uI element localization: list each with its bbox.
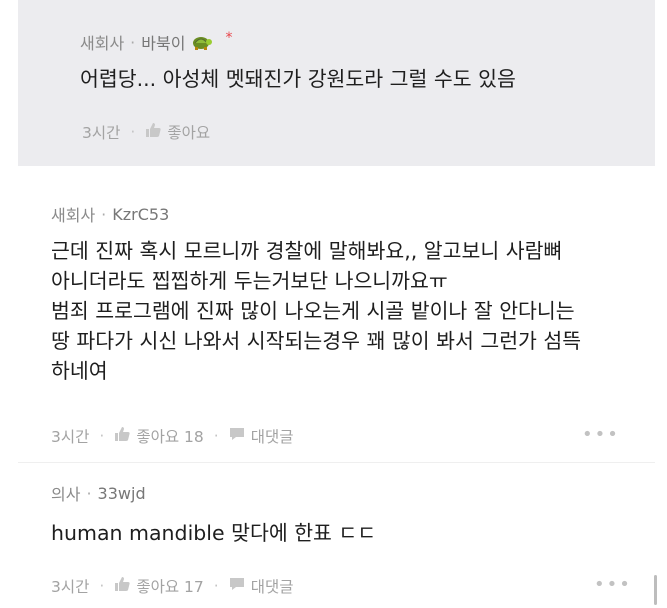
comment-meta: 새회사 · 바북이 * [80, 30, 232, 54]
comment-time: 3시간 [82, 124, 121, 142]
thumbs-up-icon [145, 123, 161, 141]
reply-label: 대댓글 [250, 578, 294, 596]
comment-line: 아니더라도 찝찝하게 두는거보단 나으니까요ㅠ [51, 269, 448, 293]
like-button[interactable]: 좋아요 17 [114, 575, 204, 597]
separator: · [130, 123, 136, 141]
separator: · [99, 577, 105, 595]
thumbs-up-icon [114, 577, 130, 595]
author-company: 새회사 [51, 206, 96, 225]
reply-button[interactable]: 대댓글 [229, 575, 294, 597]
comment-line: 근데 진짜 혹시 모르니까 경찰에 말해봐요,, 알고보니 사람뼈 [51, 239, 563, 263]
comment-time: 3시간 [51, 428, 90, 446]
author-name[interactable]: 33wjd [98, 484, 146, 503]
turtle-icon [191, 33, 213, 51]
new-badge: * [225, 30, 233, 46]
separator: · [99, 427, 105, 445]
comment-time: 3시간 [51, 578, 90, 596]
scrollbar[interactable] [654, 575, 657, 605]
speech-bubble-icon [229, 427, 245, 445]
separator: · [101, 204, 107, 224]
separator: · [213, 577, 219, 595]
comment-meta: 의사 · 33wjd [51, 481, 146, 505]
comment-line: human mandible 맞다에 한표 ㄷㄷ [51, 521, 377, 545]
like-button[interactable]: 좋아요 [145, 121, 210, 143]
reply-button[interactable]: 대댓글 [229, 425, 294, 447]
author-name[interactable]: 바북이 [141, 30, 185, 54]
like-label: 좋아요 18 [136, 428, 204, 446]
like-button[interactable]: 좋아요 18 [114, 425, 204, 447]
like-label: 좋아요 [167, 124, 211, 142]
like-label: 좋아요 17 [136, 578, 204, 596]
more-options-button[interactable]: ••• [594, 574, 632, 595]
comment-body: human mandible 맞다에 한표 ㄷㄷ [51, 518, 376, 548]
more-options-button[interactable]: ••• [582, 424, 620, 445]
author-company: 새회사 [80, 34, 125, 53]
comment-footer: 3시간 · 좋아요 18 · 대댓글 [51, 425, 293, 447]
comment-line: 땅 파다가 시신 나와서 시작되는경우 꽤 많이 봐서 그런가 섬뜩 [51, 329, 582, 353]
comment-footer: 3시간 · 좋아요 17 · 대댓글 [51, 575, 293, 597]
divider [18, 462, 655, 463]
comment-line: 하네여 [51, 359, 108, 383]
separator: · [86, 483, 92, 503]
comment-line: 어렵당... 아성체 멧돼진가 강원도라 그럴 수도 있음 [80, 67, 516, 91]
author-name[interactable]: KzrC53 [112, 205, 169, 224]
comment-footer: 3시간 · 좋아요 [82, 121, 210, 143]
comment-body: 어렵당... 아성체 멧돼진가 강원도라 그럴 수도 있음 [80, 64, 516, 94]
comment-body: 근데 진짜 혹시 모르니까 경찰에 말해봐요,, 알고보니 사람뼈 아니더라도 … [51, 236, 581, 386]
separator: · [130, 32, 136, 52]
thumbs-up-icon [114, 427, 130, 445]
separator: · [213, 427, 219, 445]
speech-bubble-icon [229, 577, 245, 595]
author-company: 의사 [51, 485, 81, 504]
comment-line: 범죄 프로그램에 진짜 많이 나오는게 시골 밭이나 잘 안다니는 [51, 299, 575, 323]
reply-label: 대댓글 [250, 428, 294, 446]
comment-meta: 새회사 · KzrC53 [51, 202, 169, 226]
